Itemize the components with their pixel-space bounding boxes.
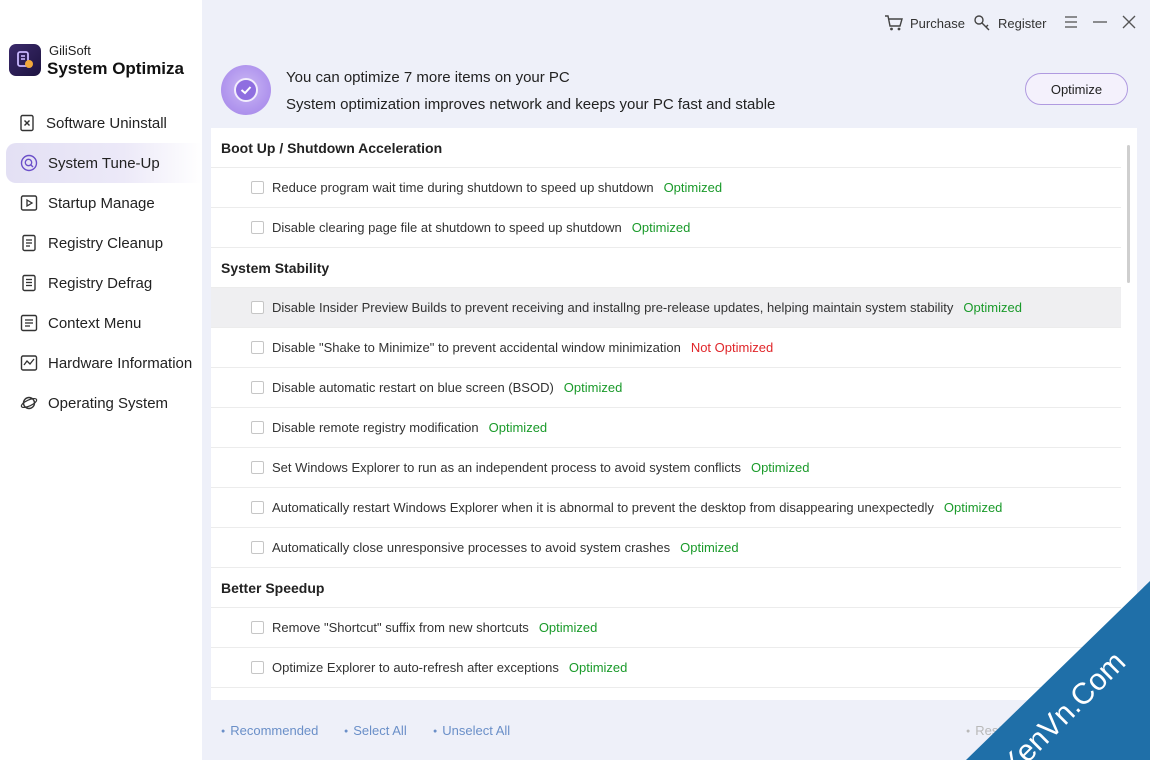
purchase-button[interactable]: Purchase xyxy=(884,13,965,33)
company-name: GiliSoft xyxy=(49,43,91,58)
product-name: System Optimiza xyxy=(47,59,184,78)
recommended-link[interactable]: Recommended xyxy=(221,723,318,738)
list-item[interactable]: Automatically restart Windows Explorer w… xyxy=(211,488,1121,528)
tuneup-icon xyxy=(20,154,38,172)
hardware-icon xyxy=(20,355,38,371)
list-item[interactable]: Reduce program wait time during shutdown… xyxy=(211,168,1121,208)
list-scrollbar[interactable] xyxy=(1127,145,1130,283)
item-checkbox[interactable] xyxy=(251,381,264,394)
status-label: Optimized xyxy=(563,380,623,395)
item-checkbox[interactable] xyxy=(251,461,264,474)
list-item[interactable]: Set Windows Explorer to run as an indepe… xyxy=(211,448,1121,488)
list-item[interactable]: Automatically close unresponsive process… xyxy=(211,528,1121,568)
register-button[interactable]: Register xyxy=(973,13,1046,33)
item-text: Automatically close unresponsive process… xyxy=(272,540,671,555)
brand: GiliSoft System Optimiza xyxy=(9,42,199,78)
list-item[interactable]: Disable clearing page file at shutdown t… xyxy=(211,208,1121,248)
status-badge xyxy=(221,65,271,115)
item-checkbox[interactable] xyxy=(251,421,264,434)
section-header: Boot Up / Shutdown Acceleration xyxy=(211,128,1121,168)
sidebar-item-software-uninstall[interactable]: Software Uninstall xyxy=(0,103,202,143)
sidebar-item-label: Software Uninstall xyxy=(46,114,167,132)
sidebar-item-label: System Tune-Up xyxy=(48,154,160,172)
status-label: Optimized xyxy=(568,660,628,675)
status-label: Optimized xyxy=(750,460,810,475)
uninstall-icon xyxy=(20,114,34,132)
banner-subtext: System optimization improves network and… xyxy=(286,96,776,113)
item-checkbox[interactable] xyxy=(251,661,264,674)
item-text: Disable remote registry modification xyxy=(272,420,479,435)
sidebar-nav: Software Uninstall System Tune-Up Startu… xyxy=(0,103,202,423)
item-text: Disable "Shake to Minimize" to prevent a… xyxy=(272,340,681,355)
sidebar-item-label: Operating System xyxy=(48,394,169,412)
sidebar-item-hardware-information[interactable]: Hardware Information xyxy=(0,343,202,383)
minimize-icon[interactable] xyxy=(1091,13,1109,31)
item-text: Automatically restart Windows Explorer w… xyxy=(272,500,934,515)
status-label: Optimized xyxy=(488,420,548,435)
banner-headline: You can optimize 7 more items on your PC xyxy=(286,69,570,86)
planet-icon xyxy=(20,396,38,410)
sidebar-item-system-tune-up[interactable]: System Tune-Up xyxy=(6,143,202,183)
item-text: Disable automatic restart on blue screen… xyxy=(272,380,554,395)
sidebar-item-operating-system[interactable]: Operating System xyxy=(0,383,202,423)
section-header: System Stability xyxy=(211,248,1121,288)
sidebar-item-startup-manage[interactable]: Startup Manage xyxy=(0,183,202,223)
title-bar: Purchase Register xyxy=(202,0,1150,46)
item-checkbox[interactable] xyxy=(251,221,264,234)
item-text: Set Windows Explorer to run as an indepe… xyxy=(272,460,741,475)
status-label: Not Optimized xyxy=(690,340,774,355)
unselect-all-link[interactable]: Unselect All xyxy=(433,723,510,738)
sidebar-item-context-menu[interactable]: Context Menu xyxy=(0,303,202,343)
list-item[interactable]: Disable automatic restart on blue screen… xyxy=(211,368,1121,408)
item-text: Disable clearing page file at shutdown t… xyxy=(272,220,622,235)
watermark: XenVn.Com xyxy=(966,571,1150,760)
purchase-label: Purchase xyxy=(910,15,965,31)
sidebar-item-registry-cleanup[interactable]: Registry Cleanup xyxy=(0,223,202,263)
status-label: Optimized xyxy=(943,500,1003,515)
register-label: Register xyxy=(998,15,1047,31)
key-icon xyxy=(974,15,990,31)
startup-icon xyxy=(20,195,38,211)
item-checkbox[interactable] xyxy=(251,181,264,194)
context-menu-icon xyxy=(20,314,38,332)
menu-icon[interactable] xyxy=(1062,13,1080,31)
status-label: Optimized xyxy=(538,620,598,635)
sidebar-item-label: Hardware Information xyxy=(48,354,193,372)
select-all-link[interactable]: Select All xyxy=(344,723,406,738)
item-checkbox[interactable] xyxy=(251,541,264,554)
item-checkbox[interactable] xyxy=(251,501,264,514)
app-logo-icon xyxy=(9,44,41,76)
list-item[interactable]: Disable "Shake to Minimize" to prevent a… xyxy=(211,328,1121,368)
item-text: Reduce program wait time during shutdown… xyxy=(272,180,654,195)
close-icon[interactable] xyxy=(1120,13,1138,31)
status-label: Optimized xyxy=(963,300,1022,315)
item-checkbox[interactable] xyxy=(251,341,264,354)
cart-icon xyxy=(885,15,903,31)
item-text: Optimize Explorer to auto-refresh after … xyxy=(272,660,559,675)
registry-defrag-icon xyxy=(22,274,36,292)
list-item[interactable]: Disable remote registry modification Opt… xyxy=(211,408,1121,448)
optimize-banner: You can optimize 7 more items on your PC… xyxy=(202,58,1150,124)
check-icon xyxy=(234,78,258,102)
item-checkbox[interactable] xyxy=(251,621,264,634)
registry-cleanup-icon xyxy=(22,234,36,252)
list-item[interactable]: Disable Insider Preview Builds to preven… xyxy=(211,288,1121,328)
sidebar-item-label: Registry Cleanup xyxy=(48,234,164,252)
status-label: Optimized xyxy=(663,180,723,195)
sidebar-item-label: Startup Manage xyxy=(48,194,155,212)
optimize-button[interactable]: Optimize xyxy=(1025,73,1128,105)
sidebar: GiliSoft System Optimiza Software Uninst… xyxy=(0,0,202,760)
sidebar-item-label: Registry Defrag xyxy=(48,274,153,292)
item-checkbox[interactable] xyxy=(251,301,264,314)
sidebar-item-label: Context Menu xyxy=(48,314,142,332)
sidebar-item-registry-defrag[interactable]: Registry Defrag xyxy=(0,263,202,303)
item-text: Remove "Shortcut" suffix from new shortc… xyxy=(272,620,529,635)
status-label: Optimized xyxy=(631,220,691,235)
status-label: Optimized xyxy=(680,540,739,555)
item-text: Disable Insider Preview Builds to preven… xyxy=(272,300,954,315)
